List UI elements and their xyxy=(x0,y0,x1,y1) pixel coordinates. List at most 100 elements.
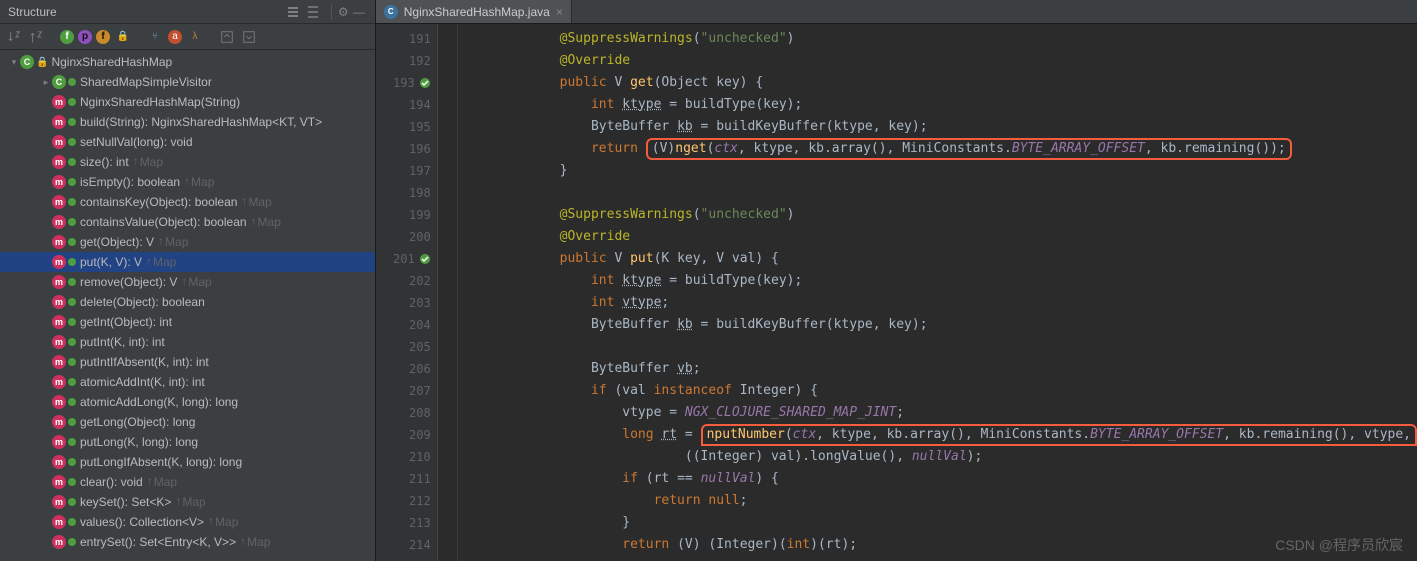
tree-node-22[interactable]: mvalues(): Collection<V>↑Map xyxy=(0,512,375,532)
visibility-mark xyxy=(68,318,76,326)
tree-node-8[interactable]: mget(Object): V↑Map xyxy=(0,232,375,252)
code-line[interactable]: long rt = nputNumber(ctx, ktype, kb.arra… xyxy=(466,424,1417,446)
code-line[interactable]: public V put(K key, V val) { xyxy=(466,248,1417,270)
tree-node-1[interactable]: mNginxSharedHashMap(String) xyxy=(0,92,375,112)
line-number: 209 xyxy=(380,424,431,446)
visibility-mark xyxy=(68,458,76,466)
gutter-icons xyxy=(438,24,458,561)
code-line[interactable]: return null; xyxy=(466,490,1417,512)
collapse-all-icon[interactable] xyxy=(285,4,301,20)
sort-alpha-icon[interactable] xyxy=(6,28,24,46)
code-line[interactable]: @Override xyxy=(466,50,1417,72)
line-number: 197 xyxy=(380,160,431,182)
override-icon[interactable] xyxy=(419,253,431,265)
lock-icon[interactable]: 🔒 xyxy=(114,28,132,46)
autoscroll-from-icon[interactable] xyxy=(240,28,258,46)
expand-all-icon[interactable] xyxy=(305,4,321,20)
structure-tree[interactable]: ▾ C 🔒 NginxSharedHashMap ▸CSharedMapSimp… xyxy=(0,50,375,561)
node-label: setNullVal(long): void xyxy=(80,135,193,149)
tree-node-20[interactable]: mclear(): void↑Map xyxy=(0,472,375,492)
tree-node-11[interactable]: mdelete(Object): boolean xyxy=(0,292,375,312)
code-line[interactable]: @Override xyxy=(466,226,1417,248)
code-line[interactable]: ByteBuffer kb = buildKeyBuffer(ktype, ke… xyxy=(466,314,1417,336)
node-label: remove(Object): V xyxy=(80,275,177,289)
structure-toolbar: f p f 🔒 ⑂ a λ xyxy=(0,24,375,50)
visibility-mark xyxy=(68,358,76,366)
code-line[interactable]: vtype = NGX_CLOJURE_SHARED_MAP_JINT; xyxy=(466,402,1417,424)
tree-node-14[interactable]: mputIntIfAbsent(K, int): int xyxy=(0,352,375,372)
visibility-mark xyxy=(68,438,76,446)
tree-node-9[interactable]: mput(K, V): V↑Map xyxy=(0,252,375,272)
tree-node-19[interactable]: mputLongIfAbsent(K, long): long xyxy=(0,452,375,472)
code-line[interactable]: @SuppressWarnings("unchecked") xyxy=(466,204,1417,226)
method-icon: m xyxy=(52,335,66,349)
line-number: 202 xyxy=(380,270,431,292)
method-icon: m xyxy=(52,115,66,129)
tree-node-18[interactable]: mputLong(K, long): long xyxy=(0,432,375,452)
code-editor[interactable]: 1911921931941951961971981992002012022032… xyxy=(376,24,1417,561)
code-line[interactable]: } xyxy=(466,512,1417,534)
super-label: ↑Map xyxy=(181,275,211,289)
app-root: Structure ⚙ — f p f 🔒 ⑂ a λ ▾ C xyxy=(0,0,1417,561)
tree-node-0[interactable]: ▸CSharedMapSimpleVisitor xyxy=(0,72,375,92)
tree-node-12[interactable]: mgetInt(Object): int xyxy=(0,312,375,332)
close-icon[interactable]: × xyxy=(556,5,563,19)
watermark: CSDN @程序员欣宸 xyxy=(1275,535,1403,555)
code-line[interactable]: @SuppressWarnings("unchecked") xyxy=(466,28,1417,50)
sort-vis-icon[interactable] xyxy=(28,28,46,46)
code-line[interactable]: int ktype = buildType(key); xyxy=(466,270,1417,292)
minimize-icon[interactable]: — xyxy=(351,4,367,20)
tree-node-13[interactable]: mputInt(K, int): int xyxy=(0,332,375,352)
line-number: 192 xyxy=(380,50,431,72)
tree-node-2[interactable]: mbuild(String): NginxSharedHashMap<KT, V… xyxy=(0,112,375,132)
show-fields-icon[interactable]: f xyxy=(60,30,74,44)
gear-icon[interactable]: ⚙ xyxy=(331,4,347,20)
editor-area: C NginxSharedHashMap.java × 191192193194… xyxy=(376,0,1417,561)
tree-node-17[interactable]: mgetLong(Object): long xyxy=(0,412,375,432)
super-label: ↑Map xyxy=(158,235,188,249)
tree-node-3[interactable]: msetNullVal(long): void xyxy=(0,132,375,152)
visibility-mark xyxy=(68,78,76,86)
tab-file[interactable]: C NginxSharedHashMap.java × xyxy=(376,0,572,23)
line-number: 191 xyxy=(380,28,431,50)
override-icon[interactable] xyxy=(419,77,431,89)
code-line[interactable]: public V get(Object key) { xyxy=(466,72,1417,94)
code-line[interactable]: ByteBuffer vb; xyxy=(466,358,1417,380)
anonymous-icon[interactable]: a xyxy=(168,30,182,44)
node-label: isEmpty(): boolean xyxy=(80,175,180,189)
tree-node-10[interactable]: mremove(Object): V↑Map xyxy=(0,272,375,292)
node-label: clear(): void xyxy=(80,475,143,489)
tree-node-7[interactable]: mcontainsValue(Object): boolean↑Map xyxy=(0,212,375,232)
show-nonpublic-icon[interactable]: f xyxy=(96,30,110,44)
inherited-icon[interactable]: ⑂ xyxy=(146,28,164,46)
show-props-icon[interactable]: p xyxy=(78,30,92,44)
tree-node-4[interactable]: msize(): int↑Map xyxy=(0,152,375,172)
code-line[interactable] xyxy=(466,336,1417,358)
tree-node-23[interactable]: mentrySet(): Set<Entry<K, V>>↑Map xyxy=(0,532,375,552)
autoscroll-source-icon[interactable] xyxy=(218,28,236,46)
code-line[interactable]: int vtype; xyxy=(466,292,1417,314)
twist-icon[interactable]: ▾ xyxy=(8,57,20,68)
code-line[interactable]: ((Integer) val).longValue(), nullVal); xyxy=(466,446,1417,468)
method-icon: m xyxy=(52,255,66,269)
structure-panel: Structure ⚙ — f p f 🔒 ⑂ a λ ▾ C xyxy=(0,0,376,561)
code-line[interactable]: ByteBuffer kb = buildKeyBuffer(ktype, ke… xyxy=(466,116,1417,138)
code-line[interactable]: return (V)nget(ctx, ktype, kb.array(), M… xyxy=(466,138,1417,160)
tree-node-15[interactable]: matomicAddInt(K, int): int xyxy=(0,372,375,392)
node-label: get(Object): V xyxy=(80,235,154,249)
tree-node-21[interactable]: mkeySet(): Set<K>↑Map xyxy=(0,492,375,512)
line-number: 204 xyxy=(380,314,431,336)
tree-root[interactable]: ▾ C 🔒 NginxSharedHashMap xyxy=(0,52,375,72)
code-line[interactable]: if (val instanceof Integer) { xyxy=(466,380,1417,402)
tree-node-16[interactable]: matomicAddLong(K, long): long xyxy=(0,392,375,412)
code-line[interactable] xyxy=(466,182,1417,204)
tree-node-5[interactable]: misEmpty(): boolean↑Map xyxy=(0,172,375,192)
tree-node-6[interactable]: mcontainsKey(Object): boolean↑Map xyxy=(0,192,375,212)
code-content[interactable]: @SuppressWarnings("unchecked") @Override… xyxy=(458,24,1417,561)
twist-icon[interactable]: ▸ xyxy=(40,77,52,88)
code-line[interactable]: } xyxy=(466,160,1417,182)
code-line[interactable]: if (rt == nullVal) { xyxy=(466,468,1417,490)
code-line[interactable]: int ktype = buildType(key); xyxy=(466,94,1417,116)
node-label: putIntIfAbsent(K, int): int xyxy=(80,355,209,369)
lambda-icon[interactable]: λ xyxy=(186,28,204,46)
